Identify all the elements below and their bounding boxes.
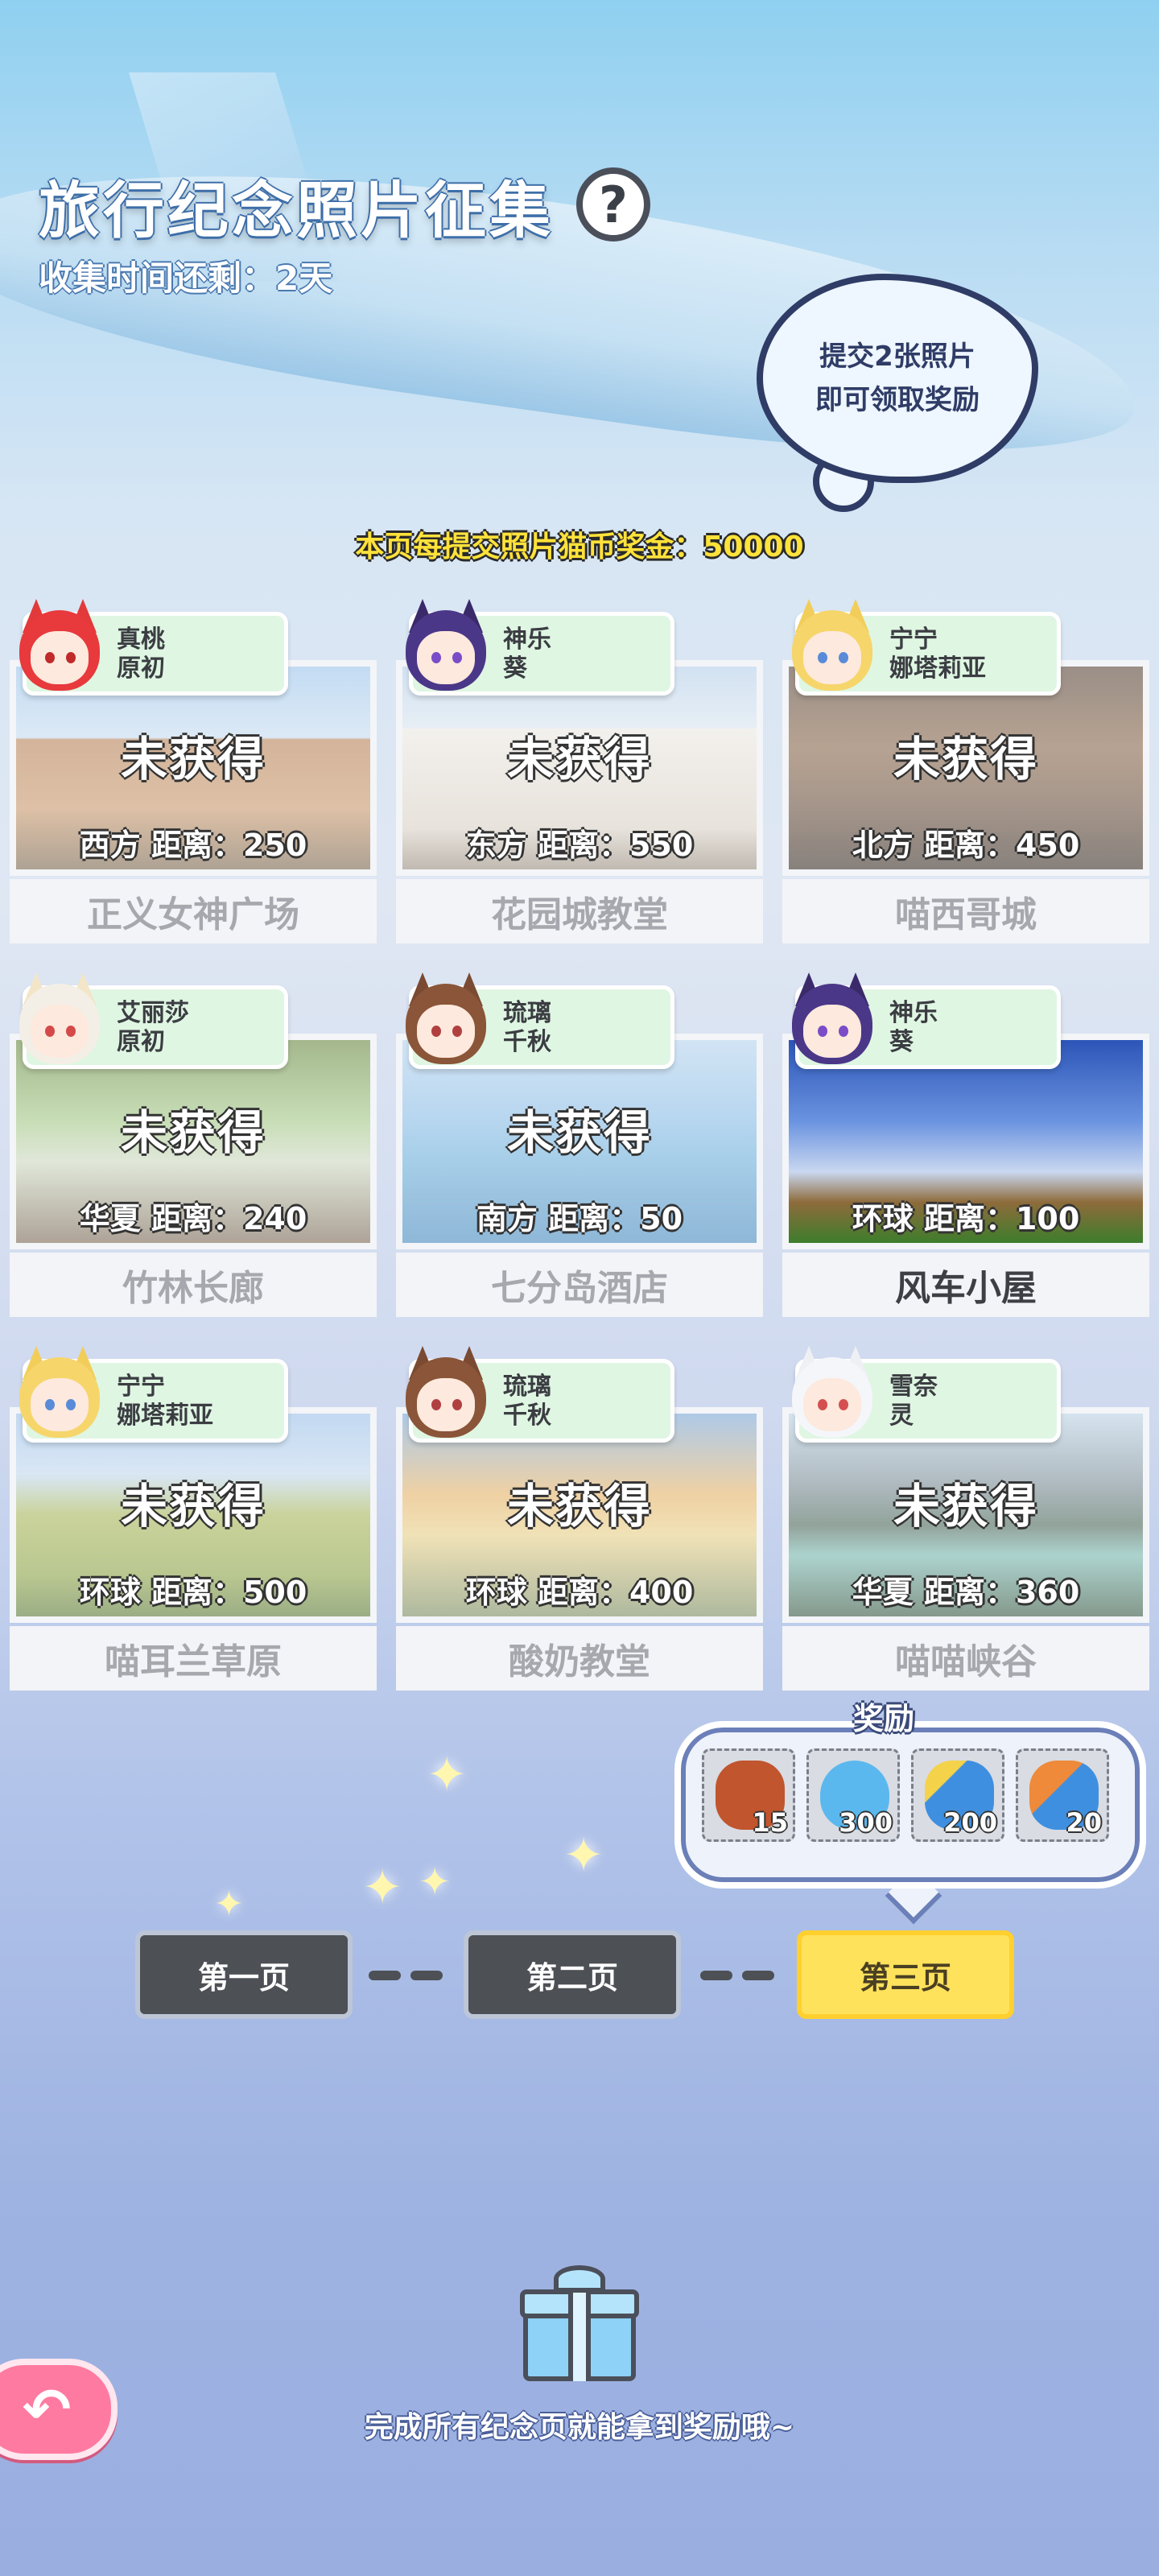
sparkle-icon: ✦ (563, 1827, 604, 1884)
location-name: 喵喵峡谷 (782, 1626, 1149, 1690)
photo-card[interactable]: 未获得 环球 距离：500 喵耳兰草原 宁宁 娜塔莉亚 (10, 1346, 377, 1690)
page-2-button[interactable]: 第二页 (464, 1930, 681, 2019)
photo-card[interactable]: 未获得 南方 距离：50 七分岛酒店 琉璃 千秋 (396, 972, 763, 1317)
character-avatar-icon (402, 972, 489, 1066)
reward-title: 奖励 (853, 1701, 915, 1736)
distance-label: 西方 距离：250 (79, 828, 307, 863)
character-name-2: 娜塔莉亚 (117, 1402, 213, 1430)
distance-label: 环球 距离：400 (465, 1575, 694, 1610)
photo-card[interactable]: 未获得 环球 距离：400 酸奶教堂 琉璃 千秋 (396, 1346, 763, 1690)
page-connector (700, 1971, 732, 1980)
question-icon: ? (599, 175, 628, 234)
character-avatar-icon (402, 599, 489, 692)
gift-box-icon[interactable] (520, 2262, 639, 2383)
page-title: 旅行纪念照片征集 (39, 175, 554, 246)
character-name-2: 娜塔莉亚 (889, 654, 986, 683)
distance-label: 华夏 距离：240 (79, 1201, 307, 1236)
location-name: 七分岛酒店 (396, 1253, 763, 1317)
photo-card[interactable]: 未获得 东方 距离：550 花园城教堂 神乐葵 (396, 599, 763, 943)
location-name: 花园城教堂 (396, 879, 763, 943)
distance-label: 环球 距离：500 (79, 1575, 307, 1610)
reward-count: 20 (1066, 1807, 1102, 1838)
cloud-text-line2: 即可领取奖励 (815, 384, 980, 416)
character-name-1: 神乐 (503, 625, 551, 654)
character-avatar-icon (16, 972, 103, 1066)
character-avatar-icon (789, 972, 876, 1066)
reward-item[interactable]: 15 (702, 1748, 795, 1842)
location-name: 喵西哥城 (782, 879, 1149, 943)
character-avatar-icon (16, 599, 103, 692)
photo-card[interactable]: 未获得 西方 距离：250 正义女神广场 真桃 原初 (10, 599, 377, 943)
character-avatar-icon (402, 1346, 489, 1439)
sparkle-icon: ✦ (362, 1860, 403, 1916)
character-name-1: 艾丽莎 (117, 999, 189, 1027)
distance-label: 环球 距离：100 (852, 1201, 1080, 1236)
status-label: 未获得 (506, 1105, 652, 1160)
page-connector (410, 1971, 443, 1980)
character-avatar-icon (789, 1346, 876, 1439)
sparkle-icon: ✦ (214, 1884, 244, 1925)
distance-label: 东方 距离：550 (465, 828, 694, 863)
character-name-2: 灵 (889, 1402, 914, 1430)
reward-item[interactable]: 20 (1016, 1748, 1109, 1842)
status-label: 未获得 (120, 732, 266, 786)
back-arrow-icon: ↶ (22, 2376, 72, 2443)
status-label: 未获得 (506, 732, 652, 786)
location-name: 竹林长廊 (10, 1253, 377, 1317)
character-name-2: 原初 (117, 1028, 165, 1056)
status-label: 未获得 (506, 1479, 652, 1534)
location-name: 喵耳兰草原 (10, 1626, 377, 1690)
character-name-1: 真桃 (117, 625, 165, 654)
completion-hint: 完成所有纪念页就能拿到奖励哦~ (364, 2411, 795, 2444)
photo-card[interactable]: 未获得 北方 距离：450 喵西哥城 宁宁 娜塔莉亚 (782, 599, 1149, 943)
back-button[interactable]: ↶ (0, 2359, 118, 2460)
location-name: 正义女神广场 (10, 879, 377, 943)
character-avatar-icon (16, 1346, 103, 1439)
status-label: 未获得 (893, 732, 1038, 786)
photo-card[interactable]: 未获得 华夏 距离：360 喵喵峡谷 雪奈灵 (782, 1346, 1149, 1690)
character-name-2: 千秋 (503, 1402, 551, 1430)
character-name-1: 雪奈 (889, 1373, 938, 1401)
character-avatar-icon (789, 599, 876, 692)
page-bonus-text: 本页每提交照片猫币奖金：50000 (355, 530, 804, 564)
location-name: 风车小屋 (782, 1253, 1149, 1317)
character-name-2: 葵 (503, 654, 527, 683)
character-name-1: 琉璃 (503, 999, 551, 1027)
status-label: 未获得 (893, 1479, 1038, 1534)
page-connector (742, 1971, 774, 1980)
status-label: 未获得 (120, 1105, 266, 1160)
character-name-1: 琉璃 (503, 1373, 551, 1401)
status-label: 未获得 (120, 1479, 266, 1534)
speech-cloud: 提交2张照片 即可领取奖励 (757, 274, 1038, 483)
distance-label: 北方 距离：450 (852, 828, 1080, 863)
help-button[interactable]: ? (576, 167, 650, 242)
location-name: 酸奶教堂 (396, 1626, 763, 1690)
distance-label: 南方 距离：50 (476, 1201, 683, 1236)
photo-card[interactable]: 环球 距离：100 风车小屋 神乐葵 (782, 972, 1149, 1317)
reward-count: 200 (943, 1807, 997, 1838)
reward-count: 15 (752, 1807, 788, 1838)
character-name-1: 宁宁 (889, 625, 938, 654)
character-name-2: 千秋 (503, 1028, 551, 1056)
reward-count: 300 (839, 1807, 893, 1838)
character-name-1: 宁宁 (117, 1373, 165, 1401)
reward-item[interactable]: 200 (911, 1748, 1004, 1842)
page-1-button[interactable]: 第一页 (135, 1930, 353, 2019)
page-3-button[interactable]: 第三页 (797, 1930, 1014, 2019)
character-name-2: 原初 (117, 654, 165, 683)
page-connector (369, 1971, 401, 1980)
character-name-1: 神乐 (889, 999, 938, 1027)
reward-item[interactable]: 300 (806, 1748, 900, 1842)
photo-card[interactable]: 未获得 华夏 距离：240 竹林长廊 艾丽莎 原初 (10, 972, 377, 1317)
character-name-2: 葵 (889, 1028, 914, 1056)
sparkle-icon: ✦ (419, 1860, 452, 1905)
sparkle-icon: ✦ (427, 1747, 468, 1803)
distance-label: 华夏 距离：360 (852, 1575, 1080, 1610)
cloud-text-line1: 提交2张照片 (819, 340, 975, 373)
time-remaining: 收集时间还剩：2天 (39, 258, 333, 298)
